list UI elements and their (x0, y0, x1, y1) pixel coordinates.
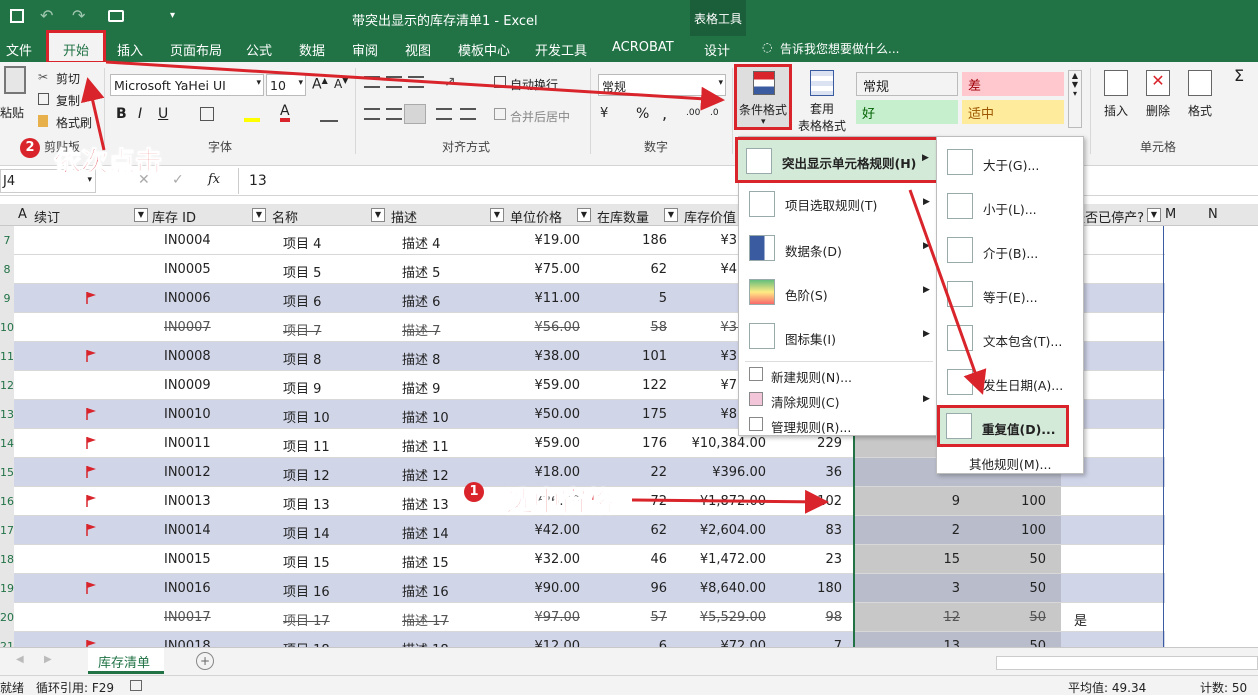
status-bar: 就绪 循环引用: F29 平均值: 49.34 计数: 50 (0, 675, 1258, 695)
add-sheet-icon[interactable]: + (196, 652, 214, 670)
status-ready: 就绪 (0, 681, 25, 695)
macro-record-icon[interactable] (130, 680, 142, 691)
arrow-to-duplicate-values (908, 189, 987, 395)
status-average: 平均值: 49.34 (1068, 681, 1147, 695)
scroll-right-icon[interactable]: ▶ (44, 654, 52, 665)
annotation-arrows (80, 60, 987, 514)
arrow-to-conditional-format (105, 60, 725, 111)
horizontal-scrollbar[interactable] (996, 656, 1258, 670)
sheet-tab-label: 库存清单 (98, 656, 151, 671)
sheet-tab-bar: ◀ ▶ 库存清单 + (0, 647, 1258, 675)
sheet-tab-inventory[interactable]: 库存清单 (88, 648, 164, 674)
arrow-to-home-tab (80, 77, 106, 151)
status-circular-reference: 循环引用: F29 (36, 681, 115, 695)
status-count: 计数: 50 (1200, 681, 1248, 695)
arrow-to-selection (631, 489, 829, 514)
scroll-left-icon[interactable]: ◀ (16, 654, 24, 665)
